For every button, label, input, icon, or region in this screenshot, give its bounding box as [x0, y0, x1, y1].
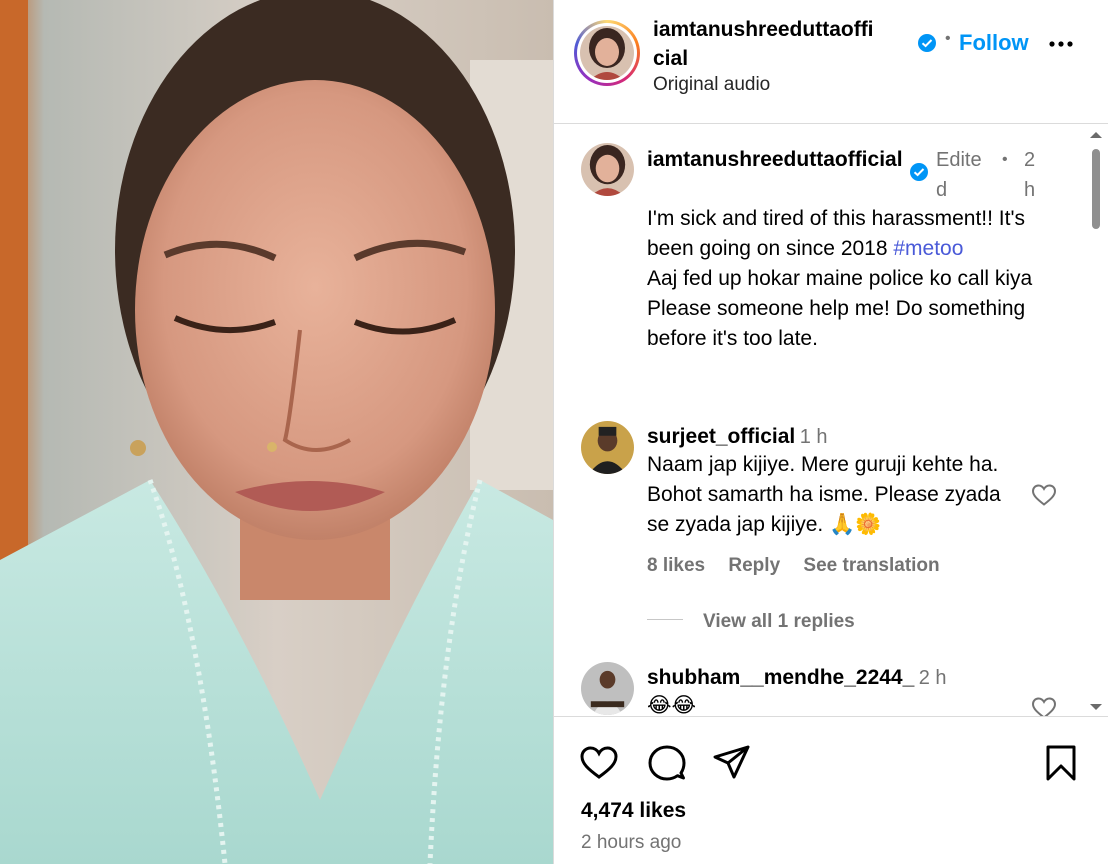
post-media[interactable] — [0, 0, 553, 864]
caption-text-1: I'm sick and tired of this harassment!! … — [647, 207, 1025, 260]
post-header: iamtanushreeduttaofficial • Follow Origi… — [554, 0, 1108, 124]
caption-text: I'm sick and tired of this harassment!! … — [647, 204, 1067, 354]
bookmark-icon[interactable] — [1041, 743, 1081, 783]
follow-button[interactable]: Follow — [959, 30, 1029, 56]
comment-like-heart-icon[interactable] — [1031, 483, 1057, 507]
verified-badge-icon — [918, 34, 936, 52]
more-options-icon[interactable] — [1046, 34, 1076, 54]
scroll-down-arrow-icon[interactable] — [1090, 704, 1102, 710]
audio-link[interactable]: Original audio — [653, 74, 770, 96]
commenter-avatar-image — [581, 421, 634, 474]
caption-text-3: Please someone help me! Do something bef… — [647, 297, 1026, 350]
scroll-up-arrow-icon[interactable] — [1090, 132, 1102, 138]
comment-actions: 8 likes Reply See translation — [647, 555, 958, 577]
likes-count[interactable]: 4,474 likes — [581, 799, 686, 823]
separator-dot: • — [945, 30, 951, 47]
caption-avatar-image — [581, 143, 634, 196]
share-icon[interactable] — [712, 743, 752, 783]
view-replies-button[interactable]: View all 1 replies — [703, 611, 855, 633]
comment-time: 2 h — [918, 667, 947, 689]
author-avatar[interactable] — [574, 20, 640, 86]
reply-button[interactable]: Reply — [728, 555, 780, 576]
author-username[interactable]: iamtanushreeduttaofficial — [653, 15, 879, 73]
author-avatar-image — [580, 26, 634, 80]
post-panel: iamtanushreeduttaofficial • Follow Origi… — [553, 0, 1108, 864]
video-frame-image — [0, 0, 553, 864]
comment-time: 1 h — [799, 426, 828, 448]
replies-divider — [647, 619, 683, 620]
caption-author-avatar[interactable] — [581, 143, 634, 196]
post-time[interactable]: 2 hours ago — [581, 832, 681, 854]
comment-like-heart-icon[interactable] — [1031, 696, 1057, 717]
heart-icon[interactable] — [579, 743, 619, 783]
see-translation-button[interactable]: See translation — [803, 555, 939, 576]
commenter-username[interactable]: surjeet_official — [647, 425, 795, 448]
caption-time: 2h — [1024, 149, 1036, 201]
comment-icon[interactable] — [647, 743, 687, 783]
caption-edited: Edited — [936, 149, 982, 201]
comment-likes-count[interactable]: 8 likes — [647, 555, 705, 576]
post-action-bar — [554, 740, 1108, 790]
comment-text: 😂😂 — [647, 694, 697, 717]
comments-scrollbar[interactable] — [1086, 125, 1106, 717]
hashtag-link[interactable]: #metoo — [893, 237, 963, 260]
caption-text-2: Aaj fed up hokar maine police ko call ki… — [647, 267, 1033, 290]
comment-text: Naam jap kijiye. Mere guruji kehte ha. B… — [647, 453, 1001, 536]
caption-username[interactable]: iamtanushreeduttaofficial — [647, 145, 903, 175]
scrollbar-thumb[interactable] — [1092, 149, 1100, 229]
caption-separator: • — [1002, 151, 1008, 168]
commenter-avatar-image — [581, 662, 634, 715]
commenter-avatar[interactable] — [581, 662, 634, 715]
commenter-username[interactable]: shubham__mendhe_2244_ — [647, 666, 914, 689]
comments-list[interactable]: iamtanushreeduttaofficial Edited • 2h I'… — [554, 125, 1108, 717]
verified-badge-icon — [910, 163, 928, 181]
commenter-avatar[interactable] — [581, 421, 634, 474]
